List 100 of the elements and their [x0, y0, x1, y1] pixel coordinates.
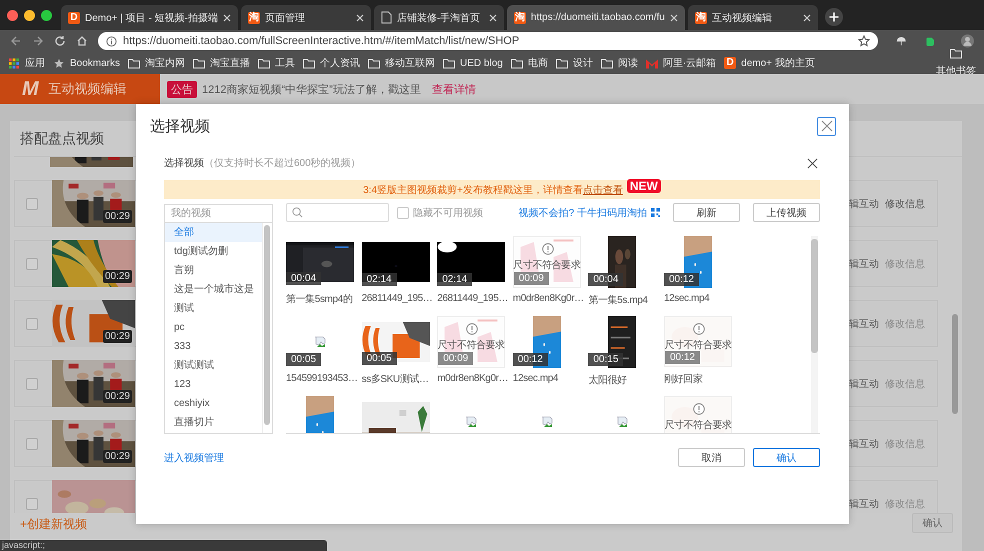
details-link[interactable]: 查看详情 — [432, 82, 476, 96]
folder-icon — [368, 58, 380, 68]
bookmark-item[interactable]: D demo+ 我的主页 — [724, 56, 815, 70]
home-icon[interactable] — [76, 35, 88, 47]
help-link[interactable]: 视频不会拍? 千牛扫码用淘拍 — [518, 206, 647, 220]
duration-badge: 02:14 — [437, 273, 472, 286]
bookmark-item[interactable]: 淘宝内网 — [128, 56, 186, 70]
folder-icon — [128, 58, 140, 68]
scrollbar-thumb[interactable] — [952, 314, 958, 414]
folder-item[interactable]: 这是一个城市这是 — [165, 280, 262, 299]
checkbox-label: 隐藏不可用视频 — [413, 206, 483, 220]
panel-title: 搭配盘点视频 — [20, 130, 104, 148]
video-thumbnail[interactable]: 00:15 — [588, 316, 656, 368]
folder-search-field[interactable]: 我的视频 — [164, 204, 273, 223]
umbrella-icon[interactable] — [896, 34, 907, 48]
checkbox[interactable] — [26, 438, 38, 450]
row-action-link[interactable]: 辑互动 — [849, 196, 879, 210]
folder-item[interactable]: tdg测试勿删 — [165, 242, 262, 261]
dialog-title: 选择视频 — [150, 116, 210, 136]
video-thumbnail[interactable]: 00:04 — [286, 236, 354, 287]
close-button[interactable] — [817, 116, 836, 136]
row-action-link[interactable]: 辑互动 — [849, 316, 879, 330]
bookmark-item[interactable]: UED blog — [443, 58, 503, 68]
bookmark-item[interactable]: 设计 — [556, 56, 593, 70]
bookmark-label: UED blog — [460, 58, 503, 68]
bookmark-item[interactable]: Bookmarks — [53, 58, 120, 68]
scrollbar-thumb[interactable] — [264, 225, 270, 425]
bookmark-label: 阿里·云邮箱 — [662, 56, 716, 70]
browser-tab[interactable]: 淘 https://duomeiti.taobao.com/fu — [506, 5, 685, 30]
row-action-link[interactable]: 辑互动 — [849, 436, 879, 450]
checkbox[interactable] — [397, 206, 409, 218]
browser-tab[interactable]: 店铺装修-手淘首页 — [374, 5, 504, 30]
video-thumbnail[interactable]: 00:05 — [362, 316, 430, 367]
bookmark-item[interactable]: 阿里·云邮箱 — [646, 56, 716, 70]
bookmark-item[interactable]: 工具 — [258, 56, 296, 70]
warning-icon — [692, 323, 705, 335]
bookmark-item[interactable]: 电商 — [510, 56, 548, 70]
video-thumbnail[interactable]: 00:12 — [664, 236, 732, 288]
favicon-icon: D — [724, 57, 736, 69]
bookmark-item[interactable]: 个人资讯 — [303, 56, 360, 70]
row-action-link[interactable]: 辑互动 — [849, 496, 879, 510]
folder-item[interactable]: pc — [165, 318, 262, 337]
address-bar[interactable]: https://duomeiti.taobao.com/fullScreenInteractive.htm/#/itemMatch/list/new/SHOP — [98, 32, 878, 50]
bookmark-star-icon[interactable] — [858, 35, 870, 47]
folder-item[interactable]: 言朔 — [165, 261, 262, 280]
close-icon[interactable] — [807, 158, 818, 168]
duration-badge: 00:12 — [512, 353, 548, 366]
minimize-window-icon[interactable] — [24, 10, 35, 20]
video-thumbnail[interactable]: 00:04 — [588, 236, 656, 288]
maximize-window-icon[interactable] — [41, 10, 52, 20]
checkbox[interactable] — [26, 318, 38, 330]
row-action-link[interactable]: 辑互动 — [849, 376, 879, 390]
checkbox[interactable] — [26, 498, 38, 510]
forward-icon[interactable] — [32, 35, 44, 47]
folder-item[interactable]: ceshiyix — [165, 394, 262, 413]
checkbox[interactable] — [26, 258, 38, 270]
bookmark-item[interactable]: 淘宝直播 — [193, 56, 250, 70]
view-link[interactable]: 点击查看 — [582, 182, 623, 196]
search-field[interactable] — [286, 203, 389, 222]
video-name: 26811449_195… — [437, 293, 509, 304]
checkbox[interactable] — [26, 198, 38, 210]
folder-item[interactable]: 直播切片 — [165, 413, 262, 432]
duration-badge: 02:14 — [362, 273, 397, 286]
confirm-button[interactable]: 确认 — [753, 448, 820, 467]
bookmark-item[interactable]: 移动互联网 — [368, 56, 436, 70]
manage-videos-link[interactable]: 进入视频管理 — [164, 450, 224, 464]
row-action-link[interactable]: 辑互动 — [849, 256, 879, 270]
qr-code-icon[interactable] — [651, 208, 660, 217]
favicon-icon: 淘 — [694, 12, 707, 24]
tab-title: 店铺装修-手淘首页 — [396, 12, 482, 24]
bookmark-item[interactable]: 应用 — [8, 56, 45, 70]
warning-text: 尺寸不符合要求 — [663, 338, 733, 352]
close-window-icon[interactable] — [7, 10, 18, 20]
apps-icon — [8, 58, 20, 68]
browser-tab[interactable]: D Demo+ | 项目 - 短视频-拍摄端 — [61, 5, 238, 30]
checkbox[interactable] — [26, 378, 38, 390]
folder-item[interactable]: 333 — [165, 337, 262, 356]
folder-item[interactable]: 123 — [165, 375, 262, 394]
bookmark-item[interactable]: 阅读 — [600, 56, 638, 70]
cancel-button[interactable]: 取消 — [678, 448, 745, 467]
folder-item[interactable]: 测试测试 — [165, 356, 262, 375]
extension-icon[interactable] — [924, 34, 936, 48]
scrollbar-thumb[interactable] — [811, 239, 818, 353]
video-thumbnail[interactable]: 02:14 — [437, 236, 506, 288]
reload-icon[interactable] — [54, 35, 66, 47]
browser-tab[interactable]: 淘 互动视频编辑 — [688, 5, 818, 30]
new-tab-icon[interactable] — [824, 8, 843, 26]
browser-tab[interactable]: 淘 页面管理 — [240, 5, 371, 30]
video-thumbnail[interactable]: 00:05 — [286, 316, 354, 368]
tab-title: Demo+ | 项目 - 短视频-拍摄端 — [85, 12, 218, 24]
bookmark-label: 阅读 — [618, 56, 638, 70]
toolbar-button[interactable]: 上传视频 — [753, 203, 820, 222]
video-thumbnail[interactable]: 02:14 — [362, 236, 430, 288]
back-icon[interactable] — [10, 35, 22, 47]
row-action-link[interactable]: 修改信息 — [885, 196, 925, 210]
folder-item[interactable]: 全部 — [165, 223, 262, 242]
toolbar-button[interactable]: 刷新 — [673, 203, 740, 222]
profile-avatar[interactable] — [961, 33, 974, 49]
folder-item[interactable]: 测试 — [165, 299, 262, 318]
video-thumbnail[interactable]: 00:12 — [512, 316, 581, 368]
